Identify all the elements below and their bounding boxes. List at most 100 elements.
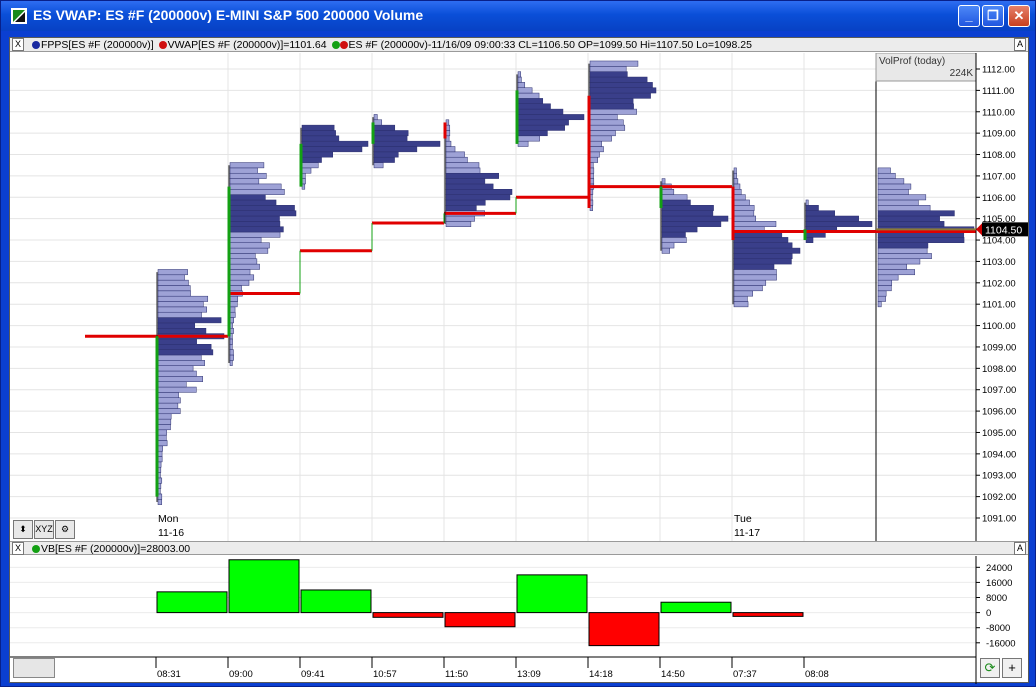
settings-tool-icon[interactable]: ⚙	[55, 520, 75, 539]
title-bar[interactable]: ES VWAP: ES #F (200000v) E-MINI S&P 500 …	[1, 1, 1035, 31]
refresh-icon[interactable]: ⟳	[980, 658, 1000, 678]
volume-profile-row	[805, 215, 859, 222]
vb-panel-close-icon[interactable]: X	[12, 542, 24, 555]
vb-x-tick-label: 08:31	[157, 669, 181, 680]
panel-close-icon[interactable]: X	[12, 38, 24, 51]
volume-profile-row	[517, 76, 522, 83]
volume-profile-row	[445, 162, 480, 169]
volume-profile-row	[589, 98, 634, 104]
bar-up-legend-icon	[331, 41, 340, 49]
volume-profile-row	[517, 87, 533, 94]
volume-profile-row	[589, 167, 595, 174]
vb-y-tick-label: -16000	[986, 638, 1016, 649]
volume-profile-row	[805, 210, 835, 217]
vb-x-tick-label: 09:41	[301, 669, 325, 680]
xyz-tool-icon[interactable]: XYZ	[34, 520, 54, 539]
volume-profile-row	[229, 354, 234, 361]
volume-profile-row	[157, 450, 163, 457]
day-label: Mon	[158, 513, 179, 525]
volume-profile-row	[373, 162, 384, 169]
volume-profile-row	[733, 295, 748, 302]
volume-profile-row	[229, 317, 234, 324]
price-legend-text[interactable]: ES #F (200000v)-11/16/09 09:00:33 CL=110…	[349, 39, 752, 51]
volume-profile-row	[229, 258, 258, 265]
minimize-button[interactable]: _	[958, 5, 980, 27]
volume-profile-row	[229, 183, 282, 190]
volume-profile-row	[229, 226, 284, 233]
volume-profile-row	[229, 311, 236, 318]
volume-profile-row	[517, 108, 564, 115]
volprof-today-row	[877, 258, 921, 265]
volume-profile-row	[157, 392, 179, 398]
volume-profile-row	[229, 263, 260, 270]
volume-profile-row	[733, 247, 801, 254]
vb-bar	[444, 612, 516, 628]
volume-profile-row	[229, 349, 234, 356]
volume-profile-row	[661, 247, 670, 254]
volume-profile-row	[229, 306, 236, 313]
volume-profile-row	[229, 231, 281, 238]
volume-profile-row	[229, 274, 255, 281]
volume-balance-chart[interactable]: 24000 16000 8000 0 -8000 -16000 08:31 09:00 09:…	[10, 556, 1028, 684]
volume-profile-row	[157, 279, 189, 286]
y-tick-label: 1102.00	[982, 278, 1016, 289]
volume-profile-row	[733, 279, 767, 286]
volume-profile-row	[805, 205, 819, 211]
volume-profile-row	[805, 237, 814, 243]
volume-profile-row	[157, 295, 209, 302]
volume-profile-row	[157, 311, 202, 318]
volume-profile-row	[301, 135, 340, 142]
volprof-today-row	[877, 215, 940, 222]
cursor-tool-icon[interactable]: ⬍	[13, 520, 33, 539]
y-tick-label: 1106.00	[982, 193, 1016, 204]
volprof-today-row	[877, 247, 928, 254]
close-button[interactable]: ✕	[1008, 5, 1030, 27]
vb-legend-text[interactable]: VB[ES #F (200000v)]=28003.00	[41, 543, 190, 555]
volume-profile-row	[661, 226, 698, 233]
auto-scale-button[interactable]: A	[1014, 38, 1026, 51]
volume-profile-row	[517, 140, 529, 147]
y-tick-label: 1103.00	[982, 257, 1016, 268]
volume-profile-row	[229, 199, 277, 206]
vb-auto-scale-button[interactable]: A	[1014, 542, 1026, 555]
volume-profile-row	[229, 295, 239, 302]
volprof-today-row	[877, 253, 932, 260]
volume-profile-row	[157, 285, 191, 292]
volume-profile-row	[661, 242, 675, 249]
volume-profile-row	[157, 434, 167, 441]
bar-down-legend-icon	[339, 41, 348, 49]
volume-profile-row	[733, 183, 741, 190]
vb-x-tick-label: 10:57	[373, 669, 397, 680]
volume-profile-row	[733, 263, 775, 270]
y-tick-label: 1098.00	[982, 364, 1016, 375]
volume-profile-row	[373, 135, 408, 142]
volprof-today-row	[877, 199, 919, 206]
volume-profile-row	[157, 456, 163, 463]
volume-profile-row	[373, 146, 418, 153]
vwap-legend-text[interactable]: VWAP[ES #F (200000v)]=1101.64	[168, 39, 327, 51]
volume-profile-row	[301, 130, 336, 137]
vb-y-tick-label: -8000	[986, 623, 1010, 634]
volume-profile-row	[157, 418, 172, 425]
volume-profile-row	[445, 189, 513, 195]
volume-profile-row	[589, 108, 637, 115]
y-tick-label: 1095.00	[982, 428, 1016, 439]
volume-profile-row	[157, 376, 203, 382]
volume-profile-row	[157, 386, 197, 393]
volume-profile-row	[445, 172, 499, 179]
volume-profile-row	[229, 279, 250, 286]
volume-profile-row	[229, 205, 295, 211]
price-chart[interactable]: VolProf (today) 224K 1091.00 1092.00 1093.0…	[10, 53, 1028, 543]
volume-profile-row	[229, 360, 233, 366]
volume-profile-row	[157, 413, 172, 420]
fpps-legend-text[interactable]: FPPS[ES #F (200000v)]	[41, 39, 154, 51]
y-tick-label: 1111.00	[982, 86, 1014, 97]
date-label: 11-16	[158, 527, 184, 539]
volume-profile-row	[301, 167, 312, 174]
add-panel-button[interactable]: +	[1002, 658, 1022, 678]
volume-profile-row	[301, 156, 322, 163]
volume-profile-row	[733, 221, 777, 227]
volume-profile-row	[733, 269, 777, 276]
y-tick-label: 1096.00	[982, 407, 1016, 418]
maximize-button[interactable]: ❐	[982, 5, 1004, 27]
